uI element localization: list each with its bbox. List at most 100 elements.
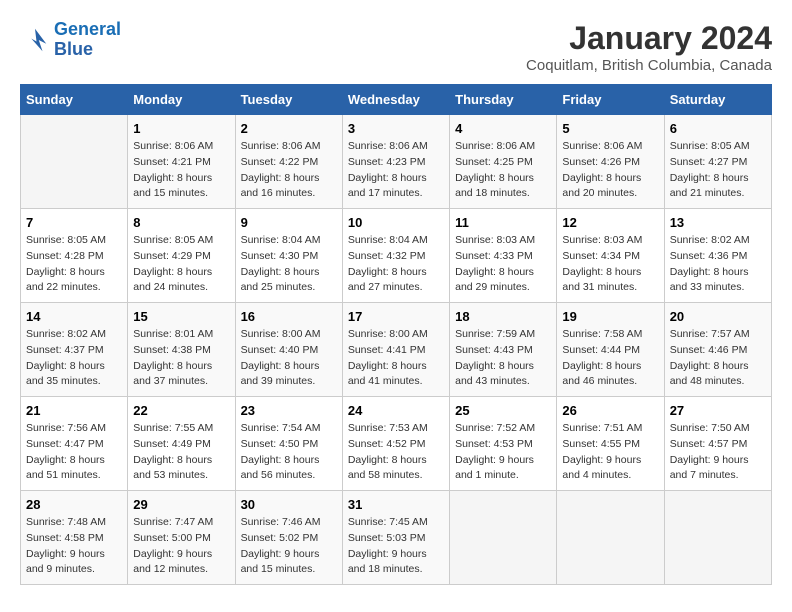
day-info: Sunrise: 8:02 AMSunset: 4:36 PMDaylight:… (670, 233, 766, 296)
calendar-cell: 31 Sunrise: 7:45 AMSunset: 5:03 PMDayligh… (342, 491, 449, 585)
calendar-cell: 27 Sunrise: 7:50 AMSunset: 4:57 PMDayligh… (664, 397, 771, 491)
day-number: 12 (562, 215, 658, 230)
day-info: Sunrise: 7:50 AMSunset: 4:57 PMDaylight:… (670, 421, 766, 484)
day-info: Sunrise: 7:56 AMSunset: 4:47 PMDaylight:… (26, 421, 122, 484)
day-number: 8 (133, 215, 229, 230)
day-number: 20 (670, 309, 766, 324)
calendar-title-block: January 2024 Coquitlam, British Columbia… (526, 20, 772, 74)
day-info: Sunrise: 8:05 AMSunset: 4:27 PMDaylight:… (670, 139, 766, 202)
day-number: 21 (26, 403, 122, 418)
day-info: Sunrise: 7:52 AMSunset: 4:53 PMDaylight:… (455, 421, 551, 484)
day-info: Sunrise: 7:48 AMSunset: 4:58 PMDaylight:… (26, 515, 122, 578)
day-info: Sunrise: 8:05 AMSunset: 4:28 PMDaylight:… (26, 233, 122, 296)
calendar-cell: 3Sunrise: 8:06 AMSunset: 4:23 PMDaylight… (342, 115, 449, 209)
calendar-cell: 29 Sunrise: 7:47 AMSunset: 5:00 PMDayligh… (128, 491, 235, 585)
day-info: Sunrise: 8:05 AMSunset: 4:29 PMDaylight:… (133, 233, 229, 296)
calendar-cell: 20 Sunrise: 7:57 AMSunset: 4:46 PMDayligh… (664, 303, 771, 397)
day-number: 31 (348, 497, 444, 512)
calendar-cell: 30 Sunrise: 7:46 AMSunset: 5:02 PMDayligh… (235, 491, 342, 585)
day-info: Sunrise: 8:03 AMSunset: 4:33 PMDaylight:… (455, 233, 551, 296)
day-number: 15 (133, 309, 229, 324)
day-info: Sunrise: 7:57 AMSunset: 4:46 PMDaylight:… (670, 327, 766, 390)
day-number: 4 (455, 121, 551, 136)
day-number: 19 (562, 309, 658, 324)
calendar-cell: 13Sunrise: 8:02 AMSunset: 4:36 PMDayligh… (664, 209, 771, 303)
calendar-cell: 26 Sunrise: 7:51 AMSunset: 4:55 PMDayligh… (557, 397, 664, 491)
calendar-cell: 25 Sunrise: 7:52 AMSunset: 4:53 PMDayligh… (450, 397, 557, 491)
day-number: 17 (348, 309, 444, 324)
calendar-cell: 16 Sunrise: 8:00 AMSunset: 4:40 PMDayligh… (235, 303, 342, 397)
calendar-cell: 21 Sunrise: 7:56 AMSunset: 4:47 PMDayligh… (21, 397, 128, 491)
page-header: General Blue January 2024 Coquitlam, Bri… (20, 20, 772, 74)
day-header-monday: Monday (128, 85, 235, 115)
day-number: 2 (241, 121, 337, 136)
day-number: 5 (562, 121, 658, 136)
calendar-cell: 24Sunrise: 7:53 AMSunset: 4:52 PMDayligh… (342, 397, 449, 491)
day-header-saturday: Saturday (664, 85, 771, 115)
day-number: 14 (26, 309, 122, 324)
calendar-week-row: 21 Sunrise: 7:56 AMSunset: 4:47 PMDayligh… (21, 397, 772, 491)
calendar-week-row: 7 Sunrise: 8:05 AMSunset: 4:28 PMDaylight… (21, 209, 772, 303)
day-number: 30 (241, 497, 337, 512)
calendar-table: SundayMondayTuesdayWednesdayThursdayFrid… (20, 84, 772, 585)
calendar-cell: 8 Sunrise: 8:05 AMSunset: 4:29 PMDaylight… (128, 209, 235, 303)
day-number: 23 (241, 403, 337, 418)
calendar-cell: 28 Sunrise: 7:48 AMSunset: 4:58 PMDayligh… (21, 491, 128, 585)
calendar-cell: 1 Sunrise: 8:06 AMSunset: 4:21 PMDaylight… (128, 115, 235, 209)
calendar-cell: 4 Sunrise: 8:06 AMSunset: 4:25 PMDaylight… (450, 115, 557, 209)
calendar-cell: 12Sunrise: 8:03 AMSunset: 4:34 PMDayligh… (557, 209, 664, 303)
day-number: 18 (455, 309, 551, 324)
day-number: 6 (670, 121, 766, 136)
calendar-cell: 14 Sunrise: 8:02 AMSunset: 4:37 PMDayligh… (21, 303, 128, 397)
day-header-sunday: Sunday (21, 85, 128, 115)
calendar-cell: 18 Sunrise: 7:59 AMSunset: 4:43 PMDayligh… (450, 303, 557, 397)
day-info: Sunrise: 7:47 AMSunset: 5:00 PMDaylight:… (133, 515, 229, 578)
day-number: 3 (348, 121, 444, 136)
day-info: Sunrise: 7:59 AMSunset: 4:43 PMDaylight:… (455, 327, 551, 390)
day-info: Sunrise: 7:54 AMSunset: 4:50 PMDaylight:… (241, 421, 337, 484)
calendar-cell: 17Sunrise: 8:00 AMSunset: 4:41 PMDayligh… (342, 303, 449, 397)
day-info: Sunrise: 8:06 AMSunset: 4:25 PMDaylight:… (455, 139, 551, 202)
day-number: 26 (562, 403, 658, 418)
day-number: 1 (133, 121, 229, 136)
calendar-cell (664, 491, 771, 585)
day-info: Sunrise: 8:06 AMSunset: 4:26 PMDaylight:… (562, 139, 658, 202)
calendar-cell: 6 Sunrise: 8:05 AMSunset: 4:27 PMDaylight… (664, 115, 771, 209)
day-number: 24 (348, 403, 444, 418)
calendar-cell: 19 Sunrise: 7:58 AMSunset: 4:44 PMDayligh… (557, 303, 664, 397)
day-info: Sunrise: 7:45 AMSunset: 5:03 PMDaylight:… (348, 515, 444, 578)
day-number: 10 (348, 215, 444, 230)
logo-icon (20, 25, 50, 55)
calendar-cell: 10Sunrise: 8:04 AMSunset: 4:32 PMDayligh… (342, 209, 449, 303)
logo: General Blue (20, 20, 121, 60)
day-info: Sunrise: 8:02 AMSunset: 4:37 PMDaylight:… (26, 327, 122, 390)
day-info: Sunrise: 7:58 AMSunset: 4:44 PMDaylight:… (562, 327, 658, 390)
calendar-cell: 11 Sunrise: 8:03 AMSunset: 4:33 PMDayligh… (450, 209, 557, 303)
day-header-friday: Friday (557, 85, 664, 115)
calendar-cell (21, 115, 128, 209)
calendar-week-row: 14 Sunrise: 8:02 AMSunset: 4:37 PMDayligh… (21, 303, 772, 397)
day-number: 29 (133, 497, 229, 512)
calendar-cell (557, 491, 664, 585)
day-info: Sunrise: 7:46 AMSunset: 5:02 PMDaylight:… (241, 515, 337, 578)
day-number: 11 (455, 215, 551, 230)
day-number: 9 (241, 215, 337, 230)
logo-text: General Blue (54, 20, 121, 60)
day-info: Sunrise: 8:00 AMSunset: 4:40 PMDaylight:… (241, 327, 337, 390)
day-number: 28 (26, 497, 122, 512)
day-header-tuesday: Tuesday (235, 85, 342, 115)
calendar-cell (450, 491, 557, 585)
day-number: 25 (455, 403, 551, 418)
day-info: Sunrise: 8:06 AMSunset: 4:22 PMDaylight:… (241, 139, 337, 202)
day-header-wednesday: Wednesday (342, 85, 449, 115)
day-info: Sunrise: 7:51 AMSunset: 4:55 PMDaylight:… (562, 421, 658, 484)
day-info: Sunrise: 7:55 AMSunset: 4:49 PMDaylight:… (133, 421, 229, 484)
day-info: Sunrise: 8:06 AMSunset: 4:21 PMDaylight:… (133, 139, 229, 202)
day-number: 27 (670, 403, 766, 418)
calendar-cell: 9Sunrise: 8:04 AMSunset: 4:30 PMDaylight… (235, 209, 342, 303)
calendar-week-row: 28 Sunrise: 7:48 AMSunset: 4:58 PMDayligh… (21, 491, 772, 585)
day-number: 16 (241, 309, 337, 324)
calendar-cell: 22Sunrise: 7:55 AMSunset: 4:49 PMDayligh… (128, 397, 235, 491)
day-number: 7 (26, 215, 122, 230)
calendar-subtitle: Coquitlam, British Columbia, Canada (526, 57, 772, 74)
